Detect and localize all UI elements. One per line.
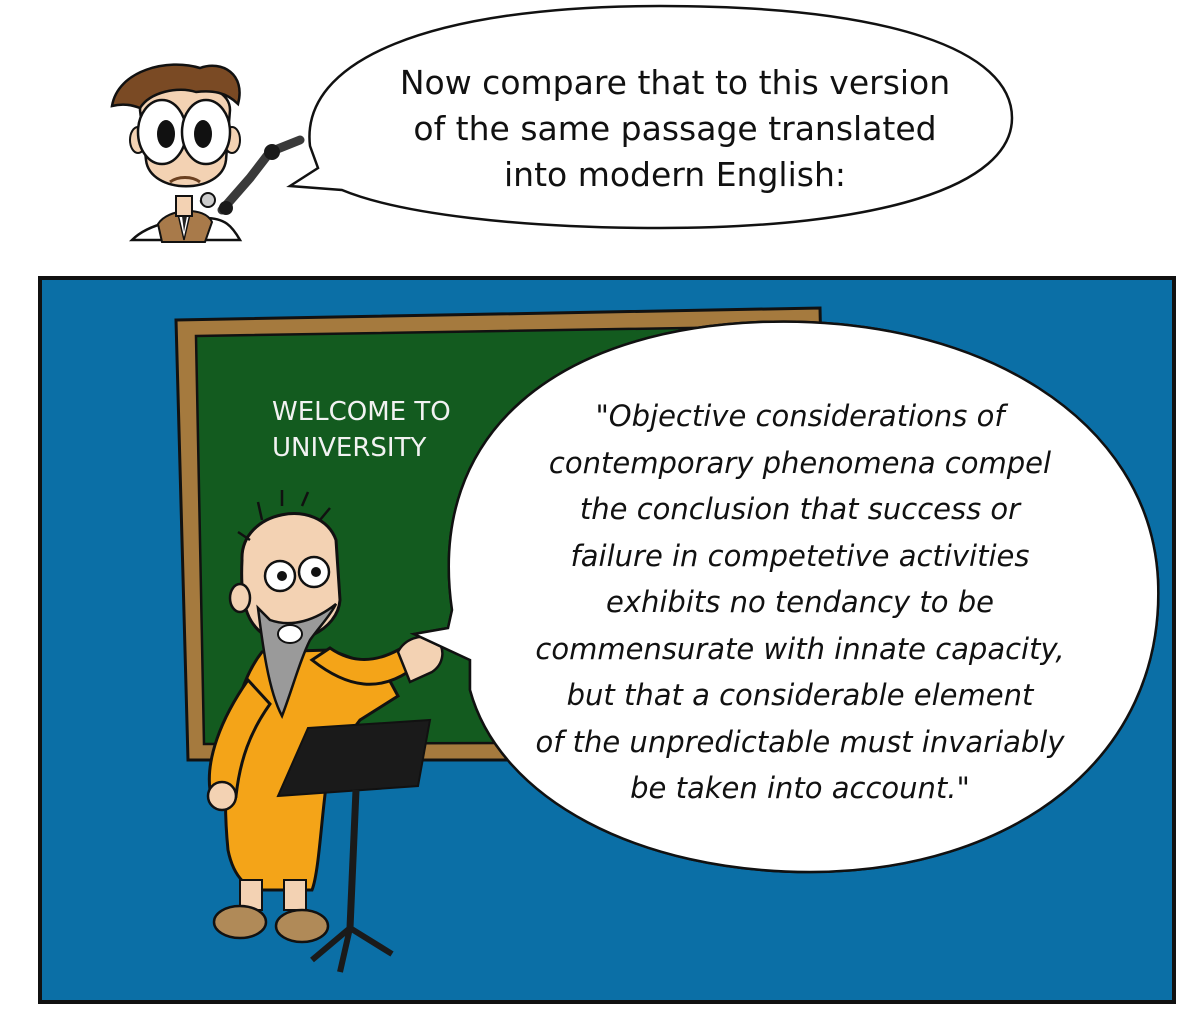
quote-line: exhibits no tendancy to be xyxy=(605,585,994,619)
narrator-caption-line: Now compare that to this version xyxy=(399,63,951,102)
narrator-caption-line: into modern English: xyxy=(504,155,846,194)
professor-quote: "Objective considerations of contemporar… xyxy=(470,393,1130,812)
narrator-character xyxy=(110,63,305,243)
quote-line: but that a considerable element xyxy=(566,678,1034,712)
narrator-caption: Now compare that to this version of the … xyxy=(360,60,990,198)
quote-line: contemporary phenomena compel xyxy=(548,445,1052,480)
quote-line: failure in competetive activities xyxy=(570,538,1030,573)
quote-line: of the unpredictable must invariably xyxy=(535,724,1065,759)
quote-line: commensurate with innate capacity, xyxy=(535,631,1065,666)
quote-line: "Objective considerations of xyxy=(595,399,1005,433)
quote-line: the conclusion that success or xyxy=(579,492,1021,526)
narrator-caption-line: of the same passage translated xyxy=(413,109,937,148)
quote-line: be taken into account." xyxy=(630,771,970,805)
